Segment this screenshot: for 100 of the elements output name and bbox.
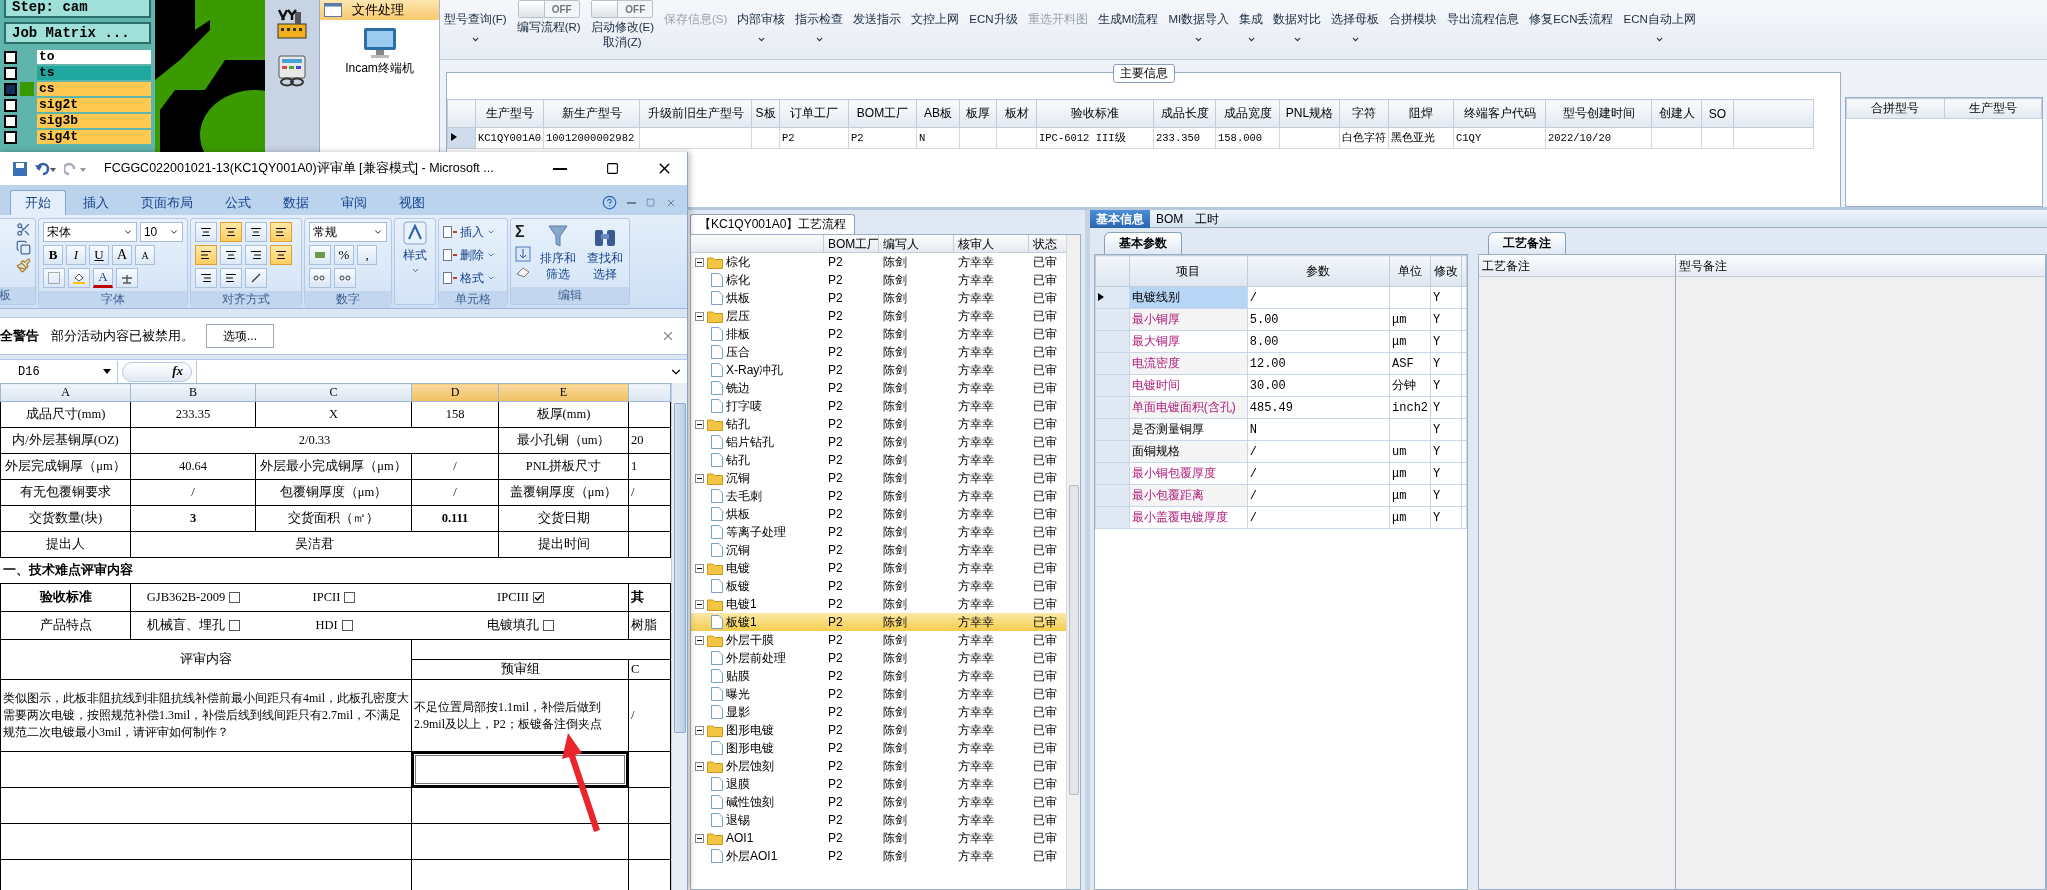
tree-item[interactable]: 图形电镀 (726, 739, 774, 757)
file-panel-header[interactable]: 文件处理 (320, 0, 439, 20)
column-header[interactable]: 成品长度 (1153, 99, 1216, 128)
eraser-icon[interactable] (515, 266, 531, 278)
font-name-field[interactable]: 宋体 (43, 222, 137, 242)
toolbar-button[interactable]: 型号查询(F) (444, 0, 507, 59)
decrease-decimal-button[interactable] (334, 268, 356, 288)
tree-item[interactable]: 外层干膜 (726, 631, 774, 649)
checkbox[interactable] (344, 592, 356, 603)
column-header[interactable]: D (411, 383, 499, 402)
tree-row[interactable]: 棕化 P2 陈剑 方幸幸 已审 (691, 271, 1066, 289)
collapse-toggle[interactable] (695, 725, 704, 735)
tree-item[interactable]: 层压 (726, 307, 750, 325)
column-header[interactable]: 创建人 (1651, 99, 1702, 128)
layer-checkbox[interactable] (4, 130, 17, 144)
column-header[interactable]: S板 (751, 99, 780, 128)
tree-item[interactable]: 图形电镀 (726, 721, 774, 739)
format-button[interactable]: I (66, 245, 86, 265)
layer-name[interactable]: sig3b (37, 114, 151, 128)
layer-checkbox[interactable] (4, 50, 17, 64)
column-header[interactable]: AB板 (916, 99, 960, 128)
align-right-button[interactable] (245, 245, 267, 265)
align-bottom-button[interactable] (245, 222, 267, 242)
tree-row[interactable]: 曝光 P2 陈剑 方幸幸 已审 (691, 685, 1066, 703)
sort-filter-button[interactable]: 排序和 筛选 (537, 222, 578, 284)
collapse-toggle[interactable] (695, 257, 704, 267)
tree-row[interactable]: 板镀1 P2 陈剑 方幸幸 已审 (691, 613, 1066, 631)
number-style-button[interactable]: % (334, 245, 354, 265)
column-header[interactable]: BOM工厂 (824, 235, 879, 252)
checkbox[interactable] (532, 592, 544, 603)
collapse-toggle[interactable] (695, 761, 704, 771)
collapse-toggle[interactable] (695, 635, 704, 645)
column-header[interactable]: 订单工厂 (779, 99, 849, 128)
column-header[interactable]: 阻焊 (1388, 99, 1454, 128)
sub-tab[interactable]: 工艺备注 (1488, 232, 1566, 254)
minimize-icon[interactable] (627, 201, 636, 204)
tree-item[interactable]: 碱性蚀刻 (726, 793, 774, 811)
toggle-switch[interactable]: OFF (517, 0, 580, 18)
function-button[interactable]: fx (122, 361, 192, 382)
tree-row[interactable]: 钻孔 P2 陈剑 方幸幸 已审 (691, 451, 1066, 469)
font-size-button[interactable]: A (112, 245, 132, 265)
font-color-button[interactable]: A (93, 268, 113, 288)
fill-color-button[interactable] (68, 268, 90, 288)
column-header[interactable]: 生产型号 (475, 99, 544, 128)
column-header[interactable]: BOM工厂 (848, 99, 917, 128)
tree-item[interactable]: 外层前处理 (726, 649, 786, 667)
tree-item[interactable]: 钻孔 (726, 451, 750, 469)
tree-row[interactable]: 烘板 P2 陈剑 方幸幸 已审 (691, 505, 1066, 523)
layer-name[interactable]: to (37, 50, 151, 64)
collapse-toggle[interactable] (695, 563, 704, 573)
column-header[interactable]: 板材 (996, 99, 1037, 128)
collapse-toggle[interactable] (695, 473, 704, 483)
column-header[interactable]: 项目 (1129, 255, 1248, 287)
ribbon-tab[interactable]: 视图 (384, 190, 440, 215)
toolbar-button[interactable]: ECN升级 (969, 0, 1018, 59)
tree-row[interactable]: 显影 P2 陈剑 方幸幸 已审 (691, 703, 1066, 721)
column-header[interactable]: 编写人 (879, 235, 954, 252)
ribbon-tab[interactable]: 开始 (10, 190, 66, 215)
tree-item[interactable]: 打字唛 (726, 397, 762, 415)
styles-button[interactable]: 样式 (395, 219, 435, 304)
checkbox[interactable] (543, 620, 554, 631)
undo-icon[interactable] (34, 161, 58, 176)
tree-item[interactable]: 显影 (726, 703, 750, 721)
job-matrix-button[interactable]: Job Matrix ... (4, 22, 151, 44)
column-header[interactable]: 合拼型号 (1846, 98, 1944, 119)
tree-row[interactable]: 压合 P2 陈剑 方幸幸 已审 (691, 343, 1066, 361)
toolbar-button[interactable]: 发送指示 (853, 0, 902, 59)
layer-checkbox[interactable] (4, 98, 17, 112)
tree-row[interactable]: 图形电镀 P2 陈剑 方幸幸 已审 (691, 739, 1066, 757)
tree-item[interactable]: 外层蚀刻 (726, 757, 774, 775)
column-header[interactable]: 生产型号 (1944, 98, 2042, 119)
toolbar-button[interactable]: 修复ECN丢流程 (1529, 0, 1614, 59)
cells-menu-button[interactable]: 插入 (443, 222, 503, 242)
notes-field[interactable] (1676, 277, 2045, 889)
align-middle-button[interactable] (220, 222, 242, 242)
tree-row[interactable]: 碱性蚀刻 P2 陈剑 方幸幸 已审 (691, 793, 1066, 811)
toolbar-button[interactable]: 内部审核 (737, 0, 786, 59)
tree-item[interactable]: 外层AOI1 (726, 847, 778, 865)
phonetic-button[interactable] (116, 268, 138, 288)
decrease-indent-button[interactable] (195, 268, 217, 288)
tree-item[interactable]: 电镀 (726, 559, 750, 577)
tree-item[interactable]: 铝片钻孔 (726, 433, 774, 451)
close-icon[interactable] (661, 329, 675, 343)
layer-name[interactable]: sig2t (37, 98, 151, 112)
format-button[interactable]: B (43, 245, 63, 265)
tree-item[interactable]: 烘板 (726, 289, 750, 307)
column-header[interactable]: E (498, 383, 629, 402)
tree-item[interactable]: 压合 (726, 343, 750, 361)
column-header[interactable]: 工艺备注 (1479, 255, 1675, 277)
tree-item[interactable]: 去毛刺 (726, 487, 762, 505)
toolbar-button[interactable]: 数据对比 (1273, 0, 1322, 59)
layer-checkbox[interactable] (4, 82, 17, 96)
column-header[interactable]: 升级前旧生产型号 (639, 99, 752, 128)
options-button[interactable]: 选项... (206, 324, 274, 348)
tree-item[interactable]: 沉铜 (726, 541, 750, 559)
number-style-button[interactable]: , (357, 245, 377, 265)
toolbar-button[interactable]: 生成MI流程 (1097, 0, 1159, 59)
column-header[interactable]: 板厚 (959, 99, 997, 128)
tree-item[interactable]: 钻孔 (726, 415, 750, 433)
column-header[interactable]: B (130, 383, 256, 402)
